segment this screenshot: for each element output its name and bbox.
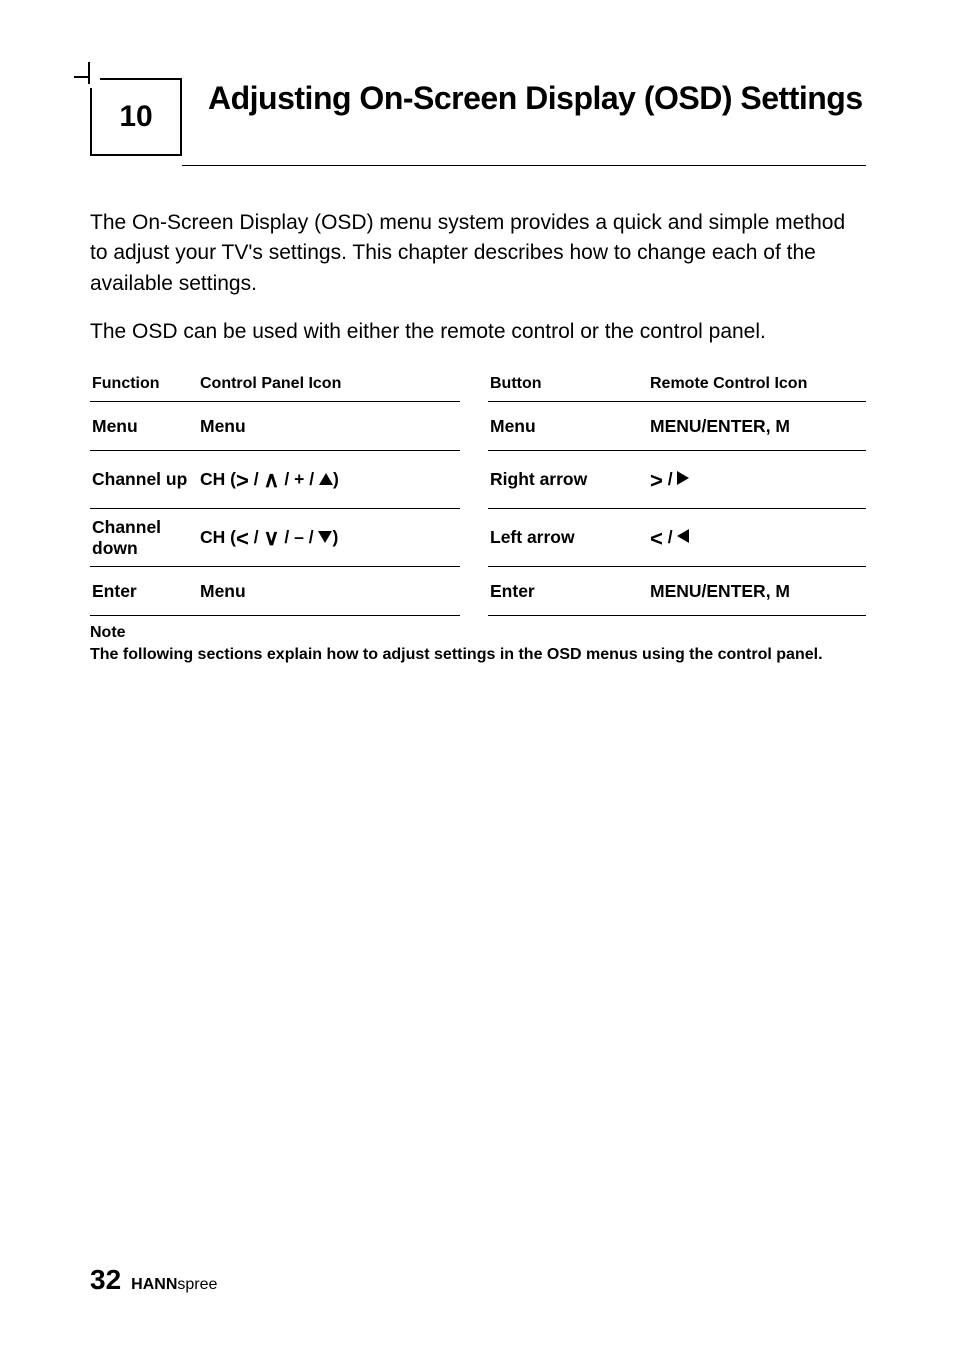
cell-cp-icon: CH (> / ∧ / + / ): [198, 451, 460, 509]
table-row: Left arrow < /: [488, 509, 866, 567]
page-footer: 32 HANNspree: [90, 1264, 217, 1296]
intro-paragraph-2: The OSD can be used with either the remo…: [90, 317, 866, 347]
chapter-number-box: 10: [90, 78, 182, 156]
triangle-left-icon: [677, 529, 689, 543]
triangle-up-icon: [319, 473, 333, 485]
table-row: Enter Menu: [90, 567, 460, 616]
cell-function: Enter: [90, 567, 198, 616]
cell-function: Channel up: [90, 451, 198, 509]
table-header-row: Button Remote Control Icon: [488, 366, 866, 402]
note-block: Note The following sections explain how …: [90, 622, 866, 665]
cell-button: Enter: [488, 567, 648, 616]
table-row: Enter MENU/ENTER, M: [488, 567, 866, 616]
note-label: Note: [90, 622, 866, 644]
table-row: Channel down CH (< / ∨ / – / ): [90, 509, 460, 567]
greater-than-icon: >: [650, 468, 663, 493]
less-than-icon: <: [236, 526, 249, 551]
col-button: Button: [488, 366, 648, 402]
wedge-up-icon: ∧: [263, 467, 279, 492]
table-header-row: Function Control Panel Icon: [90, 366, 460, 402]
less-than-icon: <: [650, 526, 663, 551]
col-remote-control-icon: Remote Control Icon: [648, 366, 866, 402]
chapter-number: 10: [119, 100, 152, 134]
cell-rc-icon: MENU/ENTER, M: [648, 402, 866, 451]
document-page: 10 Adjusting On-Screen Display (OSD) Set…: [0, 0, 954, 1352]
table-right-section: Button Remote Control Icon Menu MENU/ENT…: [488, 366, 866, 617]
chapter-title: Adjusting On-Screen Display (OSD) Settin…: [182, 78, 863, 117]
table-row: Right arrow > /: [488, 451, 866, 509]
cell-button: Right arrow: [488, 451, 648, 509]
brand-logo: HANNspree: [131, 1276, 217, 1294]
cell-rc-icon: > /: [648, 451, 866, 509]
vee-down-icon: ∨: [263, 525, 279, 550]
cell-button: Menu: [488, 402, 648, 451]
table-row: Menu Menu: [90, 402, 460, 451]
note-text: The following sections explain how to ad…: [90, 644, 866, 666]
triangle-right-icon: [677, 471, 689, 485]
page-number: 32: [90, 1264, 121, 1296]
cell-function: Channel down: [90, 509, 198, 567]
triangle-down-icon: [318, 531, 332, 543]
cell-cp-icon: Menu: [198, 567, 460, 616]
cell-cp-icon: Menu: [198, 402, 460, 451]
greater-than-icon: >: [236, 468, 249, 493]
cell-button: Left arrow: [488, 509, 648, 567]
col-control-panel-icon: Control Panel Icon: [198, 366, 460, 402]
intro-paragraph-1: The On-Screen Display (OSD) menu system …: [90, 208, 866, 299]
title-underline: [182, 165, 866, 166]
table-row: Menu MENU/ENTER, M: [488, 402, 866, 451]
chapter-header: 10 Adjusting On-Screen Display (OSD) Set…: [90, 78, 866, 156]
cell-rc-icon: MENU/ENTER, M: [648, 567, 866, 616]
col-function: Function: [90, 366, 198, 402]
cell-rc-icon: < /: [648, 509, 866, 567]
control-mapping-table: Function Control Panel Icon Menu Menu Ch…: [90, 366, 866, 617]
cell-cp-icon: CH (< / ∨ / – / ): [198, 509, 460, 567]
cell-function: Menu: [90, 402, 198, 451]
table-row: Channel up CH (> / ∧ / + / ): [90, 451, 460, 509]
table-left-section: Function Control Panel Icon Menu Menu Ch…: [90, 366, 460, 617]
